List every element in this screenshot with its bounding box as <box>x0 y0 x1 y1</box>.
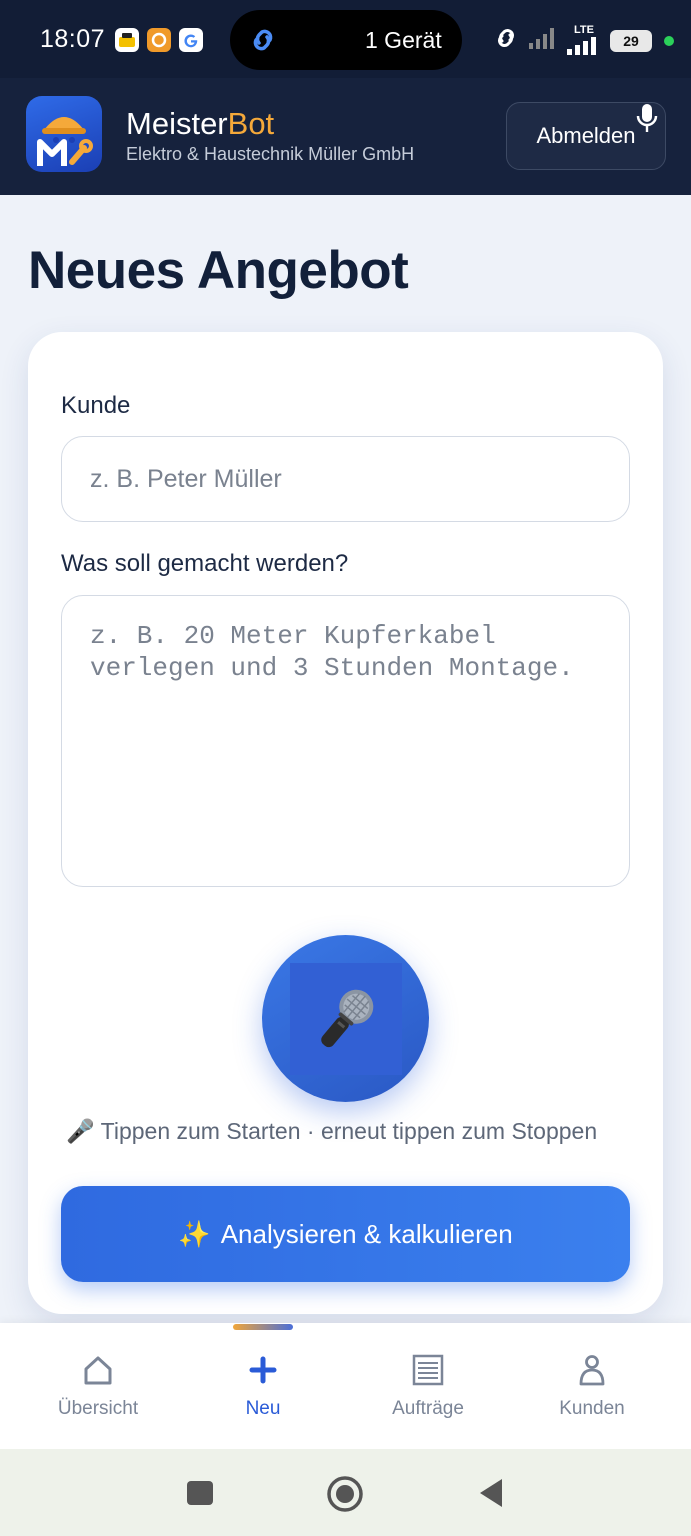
analyze-label: Analysieren & kalkulieren <box>220 1218 513 1249</box>
app-header: MeisterBot Elektro & Haustechnik Müller … <box>0 78 691 195</box>
nav-item-customers[interactable]: Kunden <box>522 1353 662 1433</box>
lte-signal: LTE <box>566 25 602 56</box>
signal-icon <box>528 25 558 56</box>
brand-accent: Bot <box>227 106 275 141</box>
voice-hint: 🎤 Tippen zum Starten · erneut tippen zum… <box>66 1118 597 1145</box>
nav-label-overview: Übersicht <box>57 1398 139 1419</box>
plus-icon <box>246 1353 280 1392</box>
nav-item-new[interactable]: Neu <box>193 1353 333 1433</box>
bottom-navigation: Übersicht Neu Aufträge Kunden <box>0 1323 691 1449</box>
app-brand: MeisterBot <box>126 106 274 142</box>
notification-icons <box>115 28 203 52</box>
page-title: Neues Angebot <box>28 241 409 300</box>
hint-microphone-icon: 🎤 <box>66 1118 95 1144</box>
person-icon <box>575 1353 609 1392</box>
status-indicators: LTE 29 <box>492 24 674 57</box>
app-c-icon <box>147 28 171 52</box>
battery-level: 29 <box>623 32 639 49</box>
nav-label-orders: Aufträge <box>392 1398 464 1419</box>
adac-icon <box>115 28 139 52</box>
nav-label-new: Neu <box>245 1398 281 1419</box>
microphone-icon <box>289 962 402 1075</box>
list-icon <box>411 1353 445 1392</box>
battery-icon: 29 <box>610 29 652 52</box>
active-tab-indicator <box>233 1324 293 1330</box>
microphone-indicator-icon <box>634 102 660 139</box>
offer-form-card: Kunde Was soll gemacht werden? 🎤 Tippen … <box>28 332 663 1314</box>
sparkles-icon: ✨ <box>178 1218 211 1249</box>
link-icon <box>246 23 280 62</box>
customer-label: Kunde <box>61 392 131 419</box>
recents-button[interactable] <box>186 1480 214 1511</box>
back-button[interactable] <box>478 1477 504 1514</box>
brand-primary: Meister <box>126 106 228 141</box>
dynamic-island: 1 Gerät <box>230 10 462 70</box>
status-time: 18:07 <box>40 25 106 53</box>
task-description-field[interactable] <box>61 595 630 887</box>
link-status-icon <box>492 24 520 57</box>
voice-record-button[interactable] <box>262 935 429 1102</box>
customer-input[interactable] <box>61 436 630 522</box>
hint-text: Tippen zum Starten · erneut tippen zum S… <box>100 1118 598 1144</box>
task-label: Was soll gemacht werden? <box>61 550 349 577</box>
home-icon <box>81 1353 115 1392</box>
system-navigation-bar <box>0 1449 691 1536</box>
device-count: 1 Gerät <box>365 27 442 53</box>
analyze-calculate-button[interactable]: ✨ Analysieren & kalkulieren <box>61 1186 630 1282</box>
nav-label-customers: Kunden <box>559 1398 625 1419</box>
status-bar: 18:07 1 Gerät LTE 29 <box>0 0 691 78</box>
home-button[interactable] <box>326 1475 364 1518</box>
nav-item-overview[interactable]: Übersicht <box>28 1353 168 1433</box>
privacy-dot <box>664 35 674 46</box>
nav-item-orders[interactable]: Aufträge <box>358 1353 498 1433</box>
meisterbot-logo <box>26 96 102 172</box>
company-name: Elektro & Haustechnik Müller GmbH <box>126 144 415 164</box>
google-icon <box>179 28 203 52</box>
